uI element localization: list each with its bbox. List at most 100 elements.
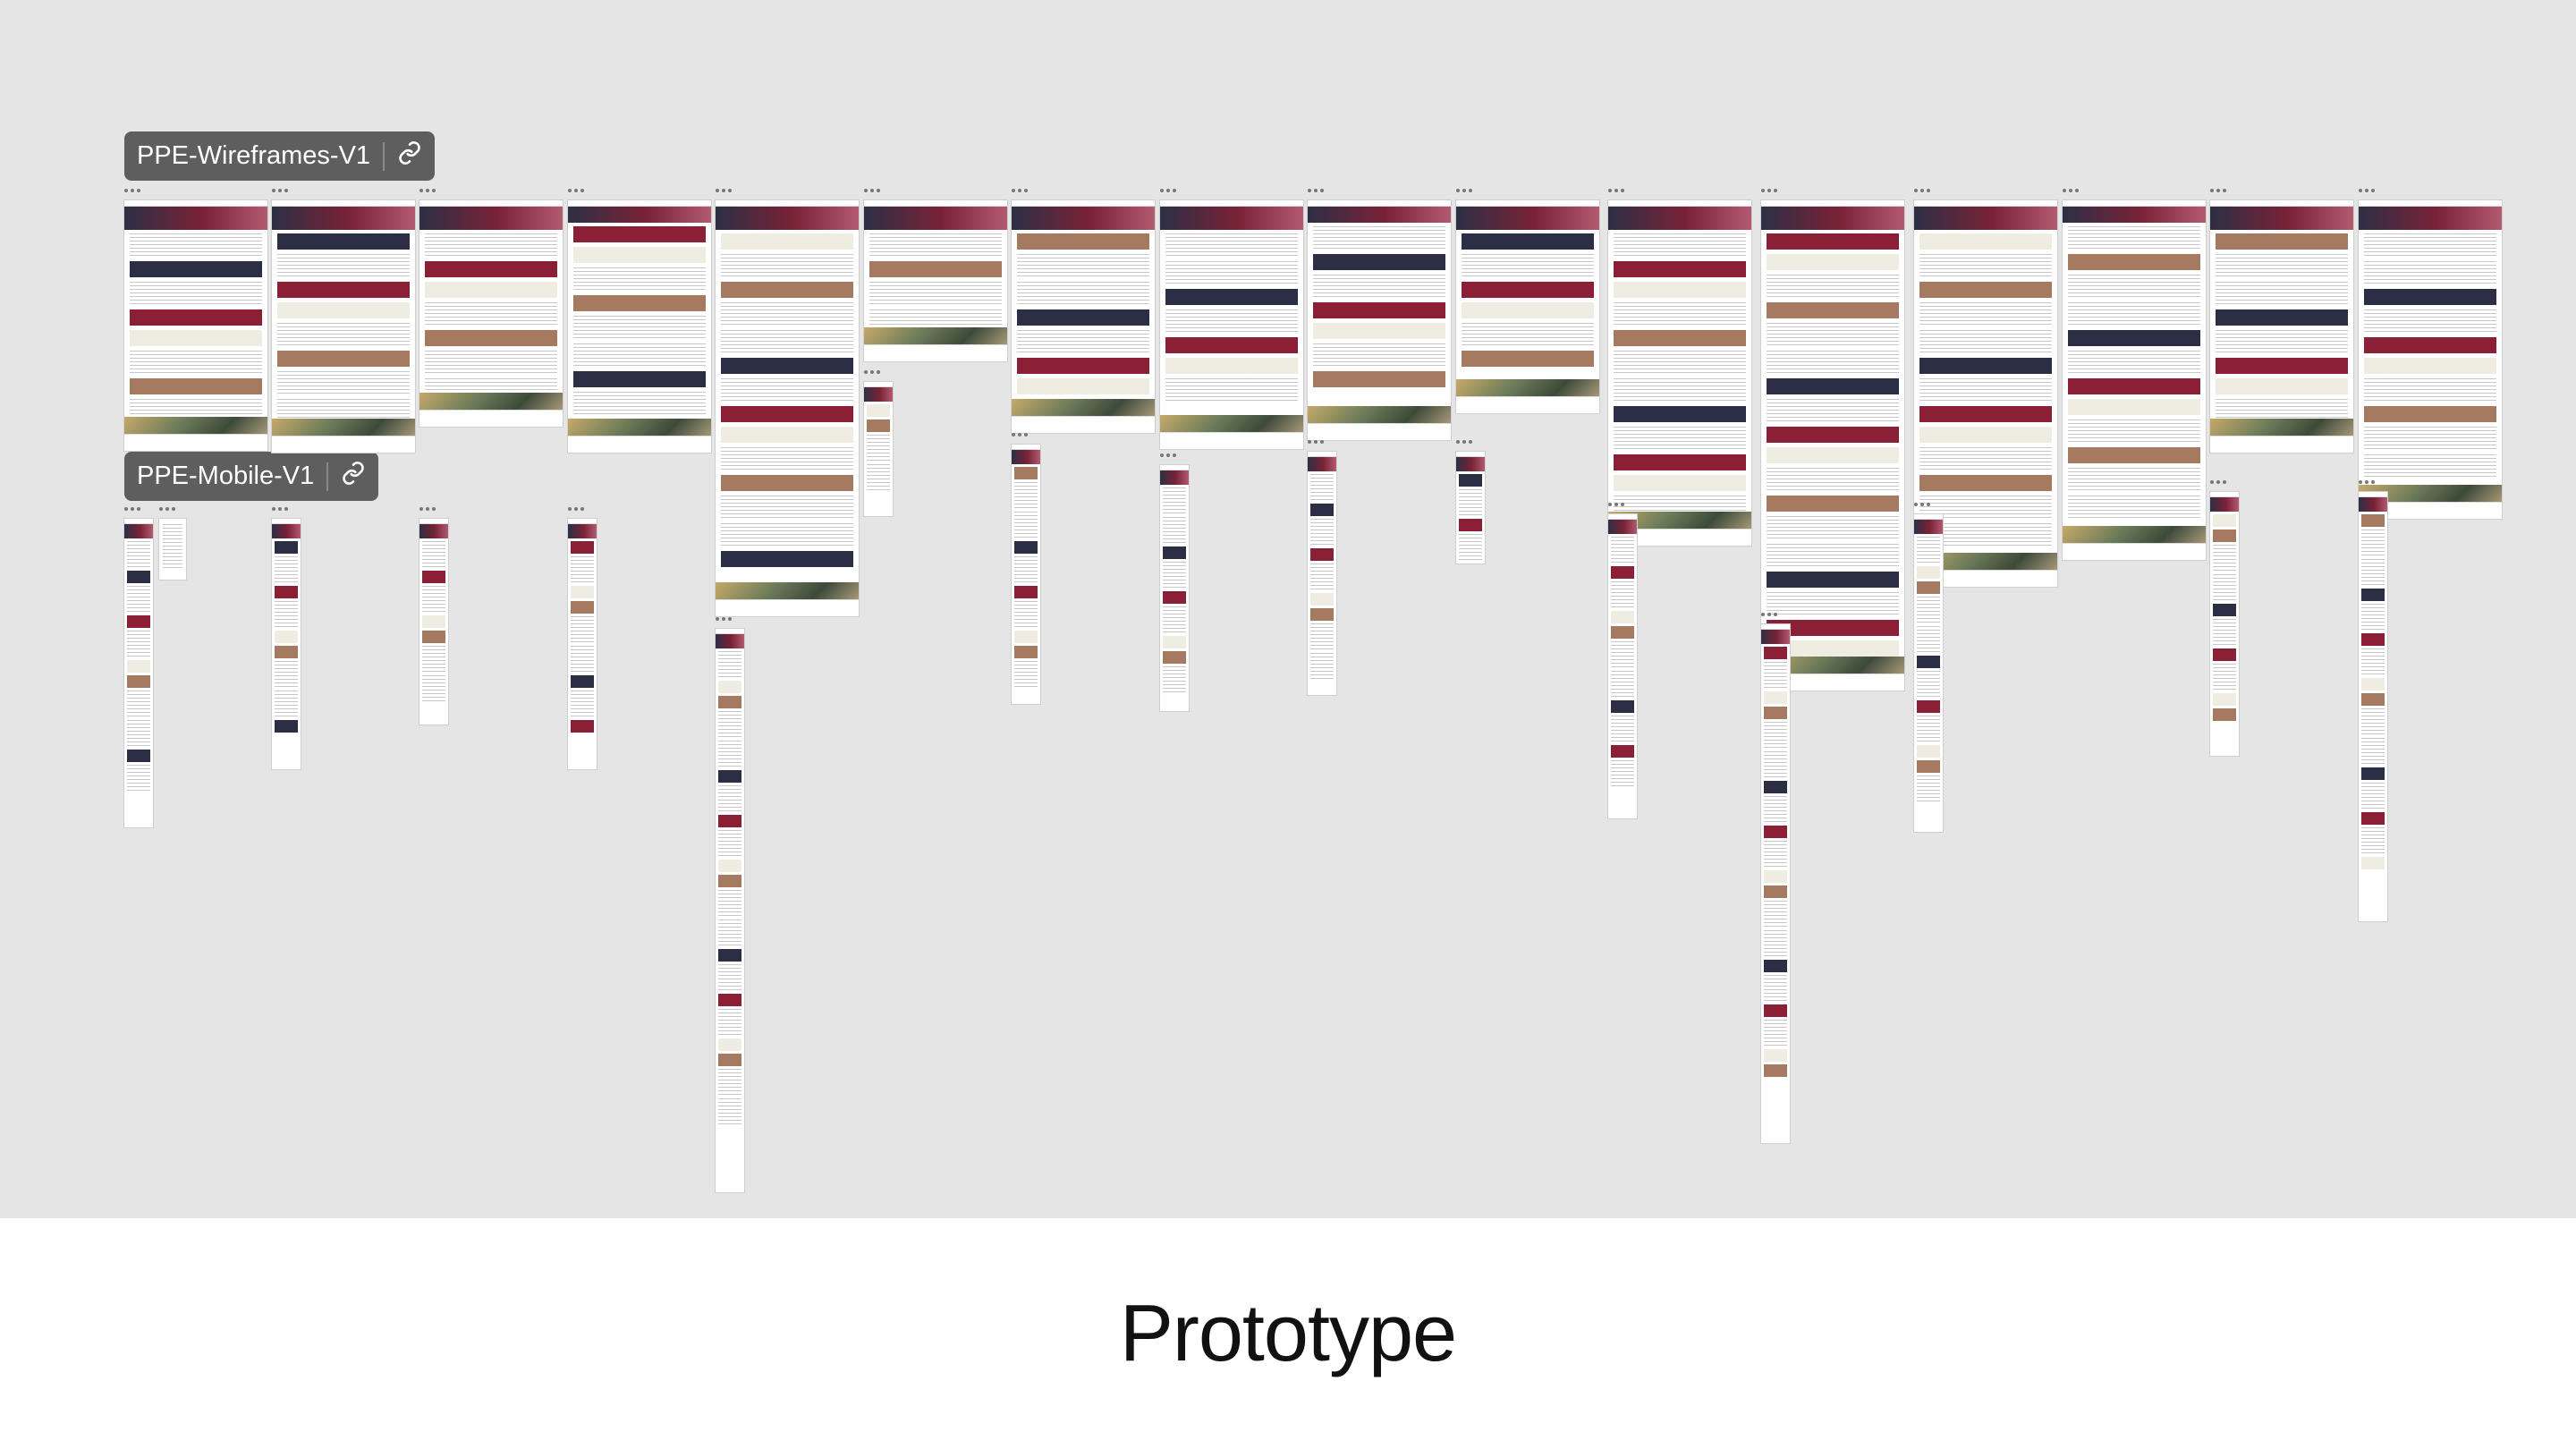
frame-menu-dots[interactable] <box>1914 189 1930 194</box>
frame-menu-dots[interactable] <box>864 370 880 376</box>
frame-menu-dots[interactable] <box>2359 480 2375 486</box>
wireframe-section <box>1914 520 1943 534</box>
mobile-wireframe-frame[interactable] <box>2210 492 2239 756</box>
frame-menu-dots[interactable] <box>419 507 436 513</box>
desktop-wireframe-frame[interactable] <box>1761 200 1904 691</box>
frame-menu-dots[interactable] <box>864 189 880 194</box>
wireframe-section <box>1459 534 1482 561</box>
frame-menu-dots[interactable] <box>419 189 436 194</box>
mobile-wireframe-frame[interactable] <box>1914 514 1943 832</box>
mobile-wireframe-frame[interactable] <box>419 519 448 724</box>
frame-menu-dots[interactable] <box>2063 189 2079 194</box>
mobile-wireframe-frame[interactable] <box>2359 492 2387 921</box>
wireframe-section <box>716 599 859 616</box>
desktop-wireframe-frame[interactable] <box>716 200 859 616</box>
mobile-wireframe-frame[interactable] <box>124 519 153 827</box>
desktop-wireframe-frame[interactable] <box>1608 200 1751 546</box>
frame-menu-dots[interactable] <box>124 189 140 194</box>
frame-menu-dots[interactable] <box>1308 440 1324 445</box>
desktop-wireframe-frame[interactable] <box>2063 200 2206 560</box>
desktop-wireframe-frame[interactable] <box>124 200 267 451</box>
frame-menu-dots[interactable] <box>1456 440 1472 445</box>
frame-menu-dots[interactable] <box>1012 189 1028 194</box>
desktop-wireframe-frame[interactable] <box>2359 200 2502 519</box>
frame-menu-dots[interactable] <box>1308 189 1324 194</box>
frame-group-label-wireframes[interactable]: PPE-Wireframes-V1 <box>124 131 436 181</box>
wireframe-section <box>1919 358 2052 374</box>
wireframe-section <box>1017 233 1149 250</box>
frame-menu-dots[interactable] <box>1160 189 1176 194</box>
frame-menu-dots[interactable] <box>124 507 140 513</box>
frame-menu-dots[interactable] <box>568 507 584 513</box>
frame-menu-dots[interactable] <box>1761 613 1777 618</box>
wireframe-section <box>2361 633 2385 646</box>
wireframe-section <box>2213 648 2236 661</box>
desktop-wireframe-frame[interactable] <box>1160 200 1303 449</box>
link-icon[interactable] <box>341 461 366 493</box>
wireframe-section <box>422 631 445 643</box>
wireframe-section <box>1017 254 1149 277</box>
wireframe-section <box>2361 604 2385 631</box>
desktop-wireframe-frame[interactable] <box>1456 200 1599 413</box>
mobile-wireframe-frame[interactable] <box>864 382 893 516</box>
frame-menu-dots[interactable] <box>1914 503 1930 508</box>
frame-menu-dots[interactable] <box>2210 480 2226 486</box>
mobile-menu-wireframe-frame[interactable] <box>159 519 186 580</box>
frame-body <box>568 223 711 423</box>
wireframe-section <box>1767 516 1899 539</box>
mobile-wireframe-frame[interactable] <box>1012 445 1040 704</box>
mobile-wireframe-frame[interactable] <box>568 519 597 769</box>
wireframe-section <box>1764 722 1787 749</box>
frame-menu-dots[interactable] <box>1608 503 1624 508</box>
wireframe-section <box>1764 647 1787 659</box>
wireframe-section <box>718 1038 741 1051</box>
desktop-wireframe-frame[interactable] <box>568 200 711 453</box>
desktop-wireframe-frame[interactable] <box>2210 200 2353 453</box>
wireframe-section <box>1764 870 1787 883</box>
wireframe-section <box>718 1009 741 1036</box>
frame-menu-dots[interactable] <box>568 189 584 194</box>
frame-menu-dots[interactable] <box>272 189 288 194</box>
wireframe-section <box>127 720 150 747</box>
wireframe-section <box>425 282 557 298</box>
desktop-wireframe-frame[interactable] <box>864 200 1007 361</box>
wireframe-section <box>127 631 150 657</box>
frame-menu-dots[interactable] <box>1160 453 1176 459</box>
desktop-wireframe-frame[interactable] <box>419 200 563 427</box>
wireframe-section <box>1165 233 1298 257</box>
mobile-wireframe-frame[interactable] <box>272 519 301 769</box>
wireframe-section <box>2213 530 2236 542</box>
desktop-wireframe-frame[interactable] <box>1012 200 1155 433</box>
wireframe-section <box>1764 1004 1787 1017</box>
frame-menu-dots[interactable] <box>716 189 732 194</box>
wireframe-section <box>2216 358 2348 374</box>
desktop-wireframe-frame[interactable] <box>1308 200 1451 440</box>
mobile-wireframe-frame[interactable] <box>1160 465 1189 711</box>
mobile-wireframe-frame[interactable] <box>716 629 744 1192</box>
frame-menu-dots[interactable] <box>1608 189 1624 194</box>
mobile-wireframe-frame[interactable] <box>1761 624 1790 1143</box>
link-icon[interactable] <box>397 140 422 173</box>
wireframe-section <box>869 282 1002 305</box>
frame-menu-dots[interactable] <box>272 507 288 513</box>
mobile-wireframe-frame[interactable] <box>1308 452 1336 695</box>
wireframe-section <box>2068 226 2200 250</box>
wireframe-section <box>1914 200 2057 207</box>
frame-menu-dots[interactable] <box>159 507 175 513</box>
frame-menu-dots[interactable] <box>1761 189 1777 194</box>
design-canvas[interactable]: PPE-Wireframes-V1 PPE-Mobile-V1 <box>0 0 2576 1218</box>
wireframe-section <box>2063 200 2206 207</box>
frame-group-title: PPE-Mobile-V1 <box>137 462 315 490</box>
frame-menu-dots[interactable] <box>2359 189 2375 194</box>
mobile-wireframe-frame[interactable] <box>1608 514 1637 818</box>
frame-menu-dots[interactable] <box>1012 433 1028 438</box>
frame-menu-dots[interactable] <box>1456 189 1472 194</box>
frame-group-label-mobile[interactable]: PPE-Mobile-V1 <box>124 452 379 501</box>
wireframe-section <box>1767 496 1899 512</box>
mobile-wireframe-frame[interactable] <box>1456 452 1485 564</box>
desktop-wireframe-frame[interactable] <box>272 200 415 453</box>
frame-menu-dots[interactable] <box>716 617 732 623</box>
wireframe-section <box>1165 337 1298 353</box>
frame-menu-dots[interactable] <box>2210 189 2226 194</box>
wireframe-section <box>1313 343 1445 367</box>
